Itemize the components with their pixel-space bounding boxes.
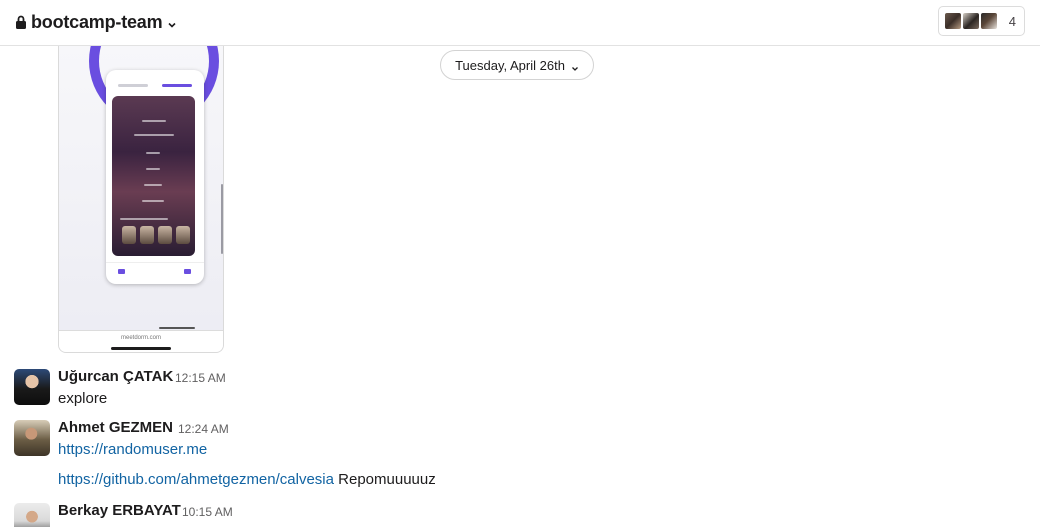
card-line [142, 120, 166, 122]
image-attachment[interactable]: meetdorm.com [58, 46, 224, 353]
phone-mockup [106, 70, 204, 284]
members-button[interactable]: 4 [938, 6, 1025, 36]
attendee-thumb [140, 226, 154, 244]
card-line [146, 152, 160, 154]
member-avatar [961, 11, 981, 31]
nav-icon [184, 269, 191, 274]
phone-tabs [112, 82, 198, 92]
channel-title-button[interactable]: bootcamp-team [14, 10, 177, 34]
member-avatar [979, 11, 999, 31]
chevron-down-icon [571, 61, 579, 71]
avatar[interactable] [14, 503, 50, 527]
message: Ahmet GEZMEN 12:24 AM https://randomuser… [0, 419, 1040, 495]
message-time[interactable]: 10:15 AM [182, 505, 233, 519]
message-text: https://github.com/ahmetgezmen/calvesia … [58, 471, 436, 488]
chevron-down-icon [167, 17, 177, 28]
phone-tab [118, 84, 148, 87]
card-line [144, 184, 162, 186]
attendee-thumb [158, 226, 172, 244]
member-count: 4 [1008, 14, 1016, 29]
message-link[interactable]: https://randomuser.me [58, 441, 207, 458]
attendee-thumb [122, 226, 136, 244]
message-author[interactable]: Berkay ERBAYAT [58, 502, 181, 519]
message-text-suffix: Repomuuuuuz [338, 471, 436, 488]
avatar[interactable] [14, 369, 50, 405]
message: Uğurcan ÇATAK 12:15 AM explore [0, 368, 1040, 414]
card-line [146, 168, 160, 170]
card-line [120, 218, 168, 220]
nav-icon [118, 269, 125, 274]
date-label: Tuesday, April 26th [455, 57, 565, 73]
date-divider-button[interactable]: Tuesday, April 26th [440, 50, 594, 80]
message-time[interactable]: 12:24 AM [178, 422, 229, 436]
attendee-thumb [176, 226, 190, 244]
message: Berkay ERBAYAT 10:15 AM [0, 502, 1040, 527]
member-avatar [943, 11, 963, 31]
event-card [112, 96, 195, 256]
card-line [134, 134, 174, 136]
channel-name: bootcamp-team [31, 11, 163, 32]
card-line [142, 200, 164, 202]
message-link[interactable]: https://github.com/ahmetgezmen/calvesia [58, 471, 334, 488]
attachment-footer: meetdorm.com [59, 330, 223, 352]
channel-header: bootcamp-team 4 [0, 0, 1040, 46]
message-author[interactable]: Ahmet GEZMEN [58, 419, 173, 436]
avatar[interactable] [14, 420, 50, 456]
phone-nav [106, 262, 204, 284]
message-author[interactable]: Uğurcan ÇATAK [58, 368, 173, 385]
attachment-url: meetdorm.com [120, 335, 161, 341]
attachment-scrollbar [221, 184, 223, 254]
phone-tab [162, 84, 192, 87]
home-indicator [159, 327, 195, 329]
lock-icon [14, 14, 28, 30]
attachment-bar [111, 347, 171, 350]
message-time[interactable]: 12:15 AM [175, 371, 226, 385]
message-text: explore [58, 390, 108, 407]
